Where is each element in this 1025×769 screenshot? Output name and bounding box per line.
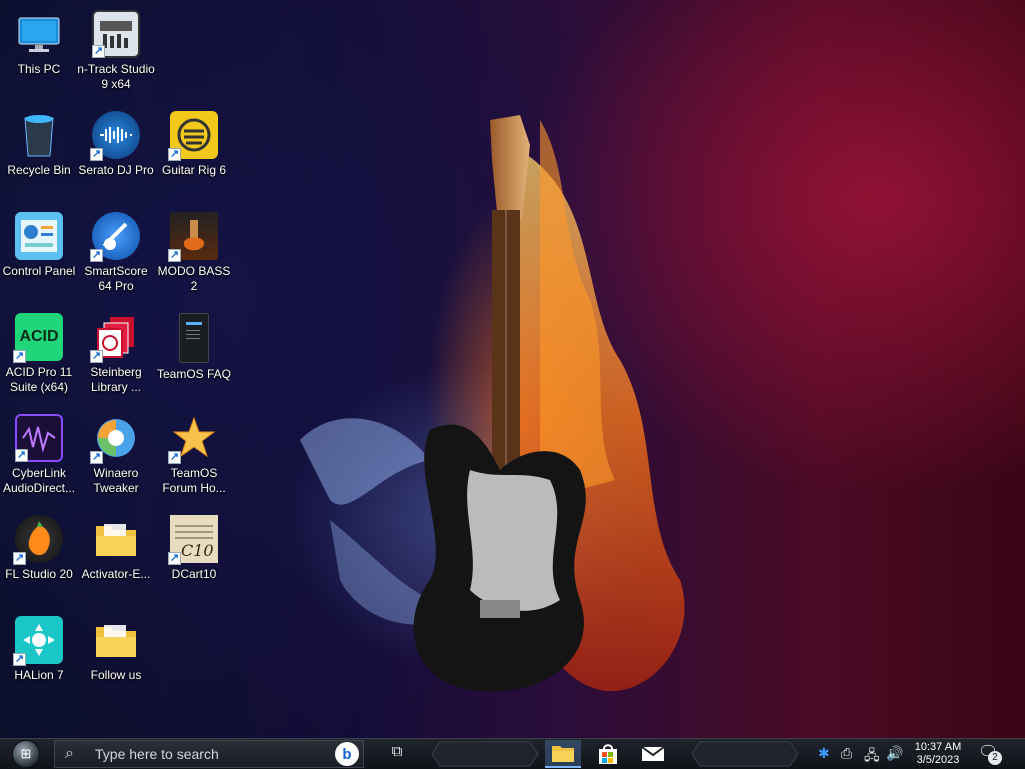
shortcut-arrow-icon: ↗ [90,350,103,363]
mail-icon [641,746,665,761]
taskbar-dock [430,739,800,769]
folder-icon [92,515,140,563]
desktop-icon-label: Follow us [90,668,142,682]
halion-icon: ↗ [13,616,63,666]
smartscore-icon: ↗ [90,212,140,262]
audiodirector-icon: ↗ [15,414,63,462]
clock-date: 3/5/2023 [916,754,960,766]
desktop-icon-acid-pro[interactable]: ACID ↗ ACID Pro 11 Suite (x64) [0,303,78,399]
search-input[interactable] [93,745,317,763]
modo-bass-icon: ↗ [168,212,218,262]
search-icon: ⌕ [65,745,74,762]
desktop-icon-this-pc[interactable]: This PC [0,0,78,96]
monitor-icon [15,10,63,58]
teamos-faq-icon [179,313,209,363]
svg-text:C10: C10 [181,541,214,560]
desktop-icon-audiodirector[interactable]: ↗ CyberLink AudioDirect... [0,404,78,500]
desktop-icon-label: n-Track Studio 9 x64 [77,62,155,91]
desktop-icon-label: This PC [17,62,61,76]
desktop-icon-label: Recycle Bin [7,163,71,177]
windows-logo-icon: ⊞ [12,740,40,768]
ntrack-icon: ↗ [92,10,140,58]
shortcut-arrow-icon: ↗ [90,451,103,464]
dcart-icon: C10 ↗ [168,515,218,565]
shortcut-arrow-icon: ↗ [90,148,103,161]
desktop-icon-follow-us[interactable]: Follow us [77,606,155,702]
guitar-rig-icon: ↗ [168,111,218,161]
notification-count-badge: 2 [988,751,1002,765]
winaero-icon: ↗ [90,414,140,464]
desktop-icon-control-panel[interactable]: Control Panel [0,202,78,298]
shortcut-arrow-icon: ↗ [90,249,103,262]
desktop-icon-label: CyberLink AudioDirect... [2,466,76,495]
desktop-icon-label: TeamOS Forum Ho... [162,466,226,495]
clock-time: 10:37 AM [914,741,962,753]
teamos-forum-icon: ↗ [168,414,218,464]
desktop: This PC Recycle Bin Control Panel ACID ↗… [0,0,1025,738]
network-icon[interactable]: 🖧 [864,745,880,769]
fl-studio-icon: ↗ [13,515,63,565]
desktop-icon-modo-bass[interactable]: ↗ MODO BASS 2 [155,202,233,298]
desktop-icon-ntrack[interactable]: ↗ n-Track Studio 9 x64 [77,0,155,96]
mail-button[interactable] [635,740,671,768]
desktop-icon-label: ACID Pro 11 Suite (x64) [5,365,73,394]
file-explorer-button[interactable] [545,740,581,768]
desktop-icon-guitar-rig[interactable]: ↗ Guitar Rig 6 [155,101,233,197]
recycle-bin-icon [15,111,63,159]
search-box[interactable]: ⌕ b [54,740,364,768]
shortcut-arrow-icon: ↗ [168,249,181,262]
notification-center-button[interactable]: 🗨 2 [978,742,1004,766]
bing-icon[interactable]: b [335,742,359,766]
task-view-button[interactable]: ⧉ [385,743,409,765]
volume-icon[interactable]: 🔊 [886,745,903,762]
desktop-icon-steinberg-library[interactable]: ↗ Steinberg Library ... [77,303,155,399]
folder-icon [92,616,140,664]
store-icon [599,744,617,764]
steinberg-library-icon: ↗ [90,313,140,363]
desktop-icon-label: FL Studio 20 [5,567,73,581]
microsoft-store-button[interactable] [590,740,626,768]
desktop-icon-label: TeamOS FAQ [156,367,232,381]
desktop-icon-winaero[interactable]: ↗ Winaero Tweaker [77,404,155,500]
shortcut-arrow-icon: ↗ [15,449,28,462]
desktop-icon-smartscore[interactable]: ↗ SmartScore 64 Pro [77,202,155,298]
desktop-icon-label: Serato DJ Pro [78,163,154,177]
desktop-icon-teamos-faq[interactable]: TeamOS FAQ [155,303,233,399]
task-view-icon: ⧉ [391,743,403,760]
shortcut-arrow-icon: ↗ [168,148,181,161]
shortcut-arrow-icon: ↗ [13,653,26,666]
bluetooth-icon[interactable]: ✱ [818,745,830,762]
desktop-icon-label: Activator-E... [81,567,151,581]
desktop-icon-label: MODO BASS 2 [157,264,231,293]
serato-icon: ↗ [90,111,140,161]
desktop-icon-label: Guitar Rig 6 [161,163,227,177]
desktop-icon-recycle-bin[interactable]: Recycle Bin [0,101,78,197]
control-panel-icon [15,212,63,260]
taskbar: ⊞ ⌕ b ⧉ ✱ ⎙ 🖧 🔊 10:37 AM 3/5/2023 🗨 2 [0,738,1025,769]
desktop-icon-activator[interactable]: Activator-E... [77,505,155,601]
desktop-icon-halion[interactable]: ↗ HALion 7 [0,606,78,702]
shortcut-arrow-icon: ↗ [13,552,26,565]
desktop-icon-serato[interactable]: ↗ Serato DJ Pro [77,101,155,197]
desktop-icon-label: Winaero Tweaker [93,466,139,495]
desktop-icon-label: HALion 7 [14,668,64,682]
shortcut-arrow-icon: ↗ [92,45,105,58]
desktop-icon-label: DCart10 [171,567,217,581]
desktop-icon-label: Control Panel [2,264,76,278]
meet-now-icon[interactable]: ⎙ [841,745,852,762]
shortcut-arrow-icon: ↗ [168,451,181,464]
desktop-icon-fl-studio[interactable]: ↗ FL Studio 20 [0,505,78,601]
acid-pro-icon: ACID ↗ [13,313,63,363]
desktop-icon-label: Steinberg Library ... [90,365,142,394]
clock[interactable]: 10:37 AM 3/5/2023 [908,741,968,767]
shortcut-arrow-icon: ↗ [168,552,181,565]
folder-icon [552,746,574,762]
start-button[interactable]: ⊞ [6,740,46,768]
desktop-icon-teamos-forum[interactable]: ↗ TeamOS Forum Ho... [155,404,233,500]
desktop-icon-dcart[interactable]: C10 ↗ DCart10 [155,505,233,601]
shortcut-arrow-icon: ↗ [13,350,26,363]
desktop-icon-label: SmartScore 64 Pro [84,264,148,293]
